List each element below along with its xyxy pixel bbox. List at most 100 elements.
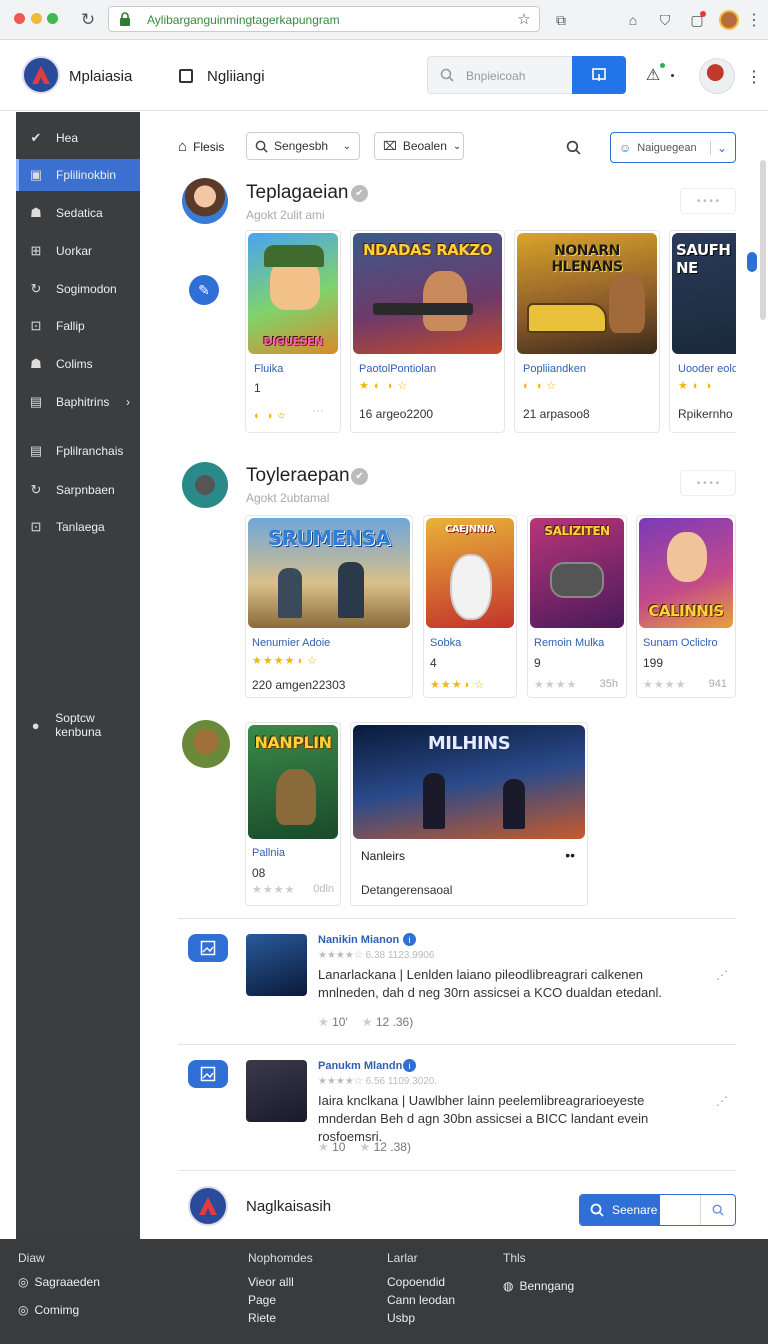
review-thumbnail[interactable]: [246, 1060, 307, 1122]
more-dots-icon[interactable]: ••: [565, 847, 575, 863]
bottom-search[interactable]: Seenare: [579, 1194, 736, 1226]
carousel-next-button[interactable]: [747, 252, 757, 272]
sidebar-item-3[interactable]: ☗ Sedatica: [16, 197, 140, 229]
review-image-icon[interactable]: [188, 934, 228, 962]
home-icon[interactable]: ⌂: [624, 10, 642, 30]
more-dots-icon[interactable]: ⋰: [716, 1094, 728, 1108]
footer-link[interactable]: Usbp: [387, 1311, 415, 1325]
user-select[interactable]: ☺ Naiguegean ⌄: [610, 132, 736, 163]
reply-button[interactable]: ★ 12 .38): [359, 1140, 410, 1154]
circle-icon: ◎: [18, 1275, 29, 1289]
game-card[interactable]: SRUMENSA Nenumier Adoie ★★★★◑ ☆ 220 amge…: [245, 515, 413, 698]
game-name: Sobka: [430, 637, 462, 649]
section3-avatar[interactable]: [182, 720, 230, 768]
sidebar-item-label: Sedatica: [56, 206, 103, 220]
content-search-icon[interactable]: [564, 138, 582, 156]
browser-menu-icon[interactable]: ⋮: [746, 10, 762, 30]
footer-link[interactable]: Riete: [248, 1311, 276, 1325]
header-search-input[interactable]: Bnpieicoah: [427, 56, 573, 94]
footer-link[interactable]: ◎ Sagraaeden: [18, 1275, 100, 1289]
section1-subtitle: Agokt 2ulit ami: [246, 208, 325, 222]
game-card-featured[interactable]: MILHINS Nanleirs •• Detangerensaoal: [350, 722, 588, 906]
close-window-button[interactable]: [14, 13, 25, 24]
review-image-icon[interactable]: [188, 1060, 228, 1088]
document-icon: ▤: [29, 394, 43, 409]
footer-link[interactable]: Vieor alll: [248, 1275, 294, 1289]
address-bar[interactable]: Aylibarganguinmingtagerkapungram ☆: [108, 6, 540, 32]
search-icon[interactable]: [701, 1195, 735, 1225]
sidebar-item-10[interactable]: ↻ Sarpnbaen: [16, 474, 140, 506]
footer-link[interactable]: Cann leodan: [387, 1293, 455, 1307]
alert-icon[interactable]: ⚠: [643, 65, 663, 85]
game-art-title: CAEJNNIA: [445, 524, 495, 535]
game-art: SALIZITEN: [530, 518, 624, 628]
game-card[interactable]: CALINNIS Sunam Ocliclro 199 ★★★★ 941: [636, 515, 736, 698]
scrollbar-thumb[interactable]: [760, 160, 766, 320]
bookmark-star-icon[interactable]: ☆: [515, 10, 533, 28]
home-filter[interactable]: ⌂ Flesis: [178, 138, 224, 155]
game-meta: Rpikernho: [678, 407, 733, 421]
filter-dropdown-1[interactable]: Sengesbh ⌄: [246, 132, 360, 160]
section1-more-button[interactable]: • • • •: [680, 188, 736, 214]
footer-link[interactable]: Copoendid: [387, 1275, 445, 1289]
profile-avatar[interactable]: [719, 10, 739, 30]
extensions-icon[interactable]: ⧉: [552, 10, 570, 30]
game-card[interactable]: NANPLIN Pallnia 08 ★★★★ 0dln: [245, 722, 341, 906]
sidebar-item-8[interactable]: ▤ Baphitrins ›: [16, 386, 140, 418]
game-card[interactable]: SALIZITEN Remoin Mulka 9 ★★★★ 35h: [527, 515, 627, 698]
header-menu-icon[interactable]: ⋮: [746, 67, 762, 87]
user-avatar[interactable]: [699, 58, 735, 94]
minimize-window-button[interactable]: [31, 13, 42, 24]
game-card[interactable]: CAEJNNIA Sobka 4 ★★★◑ ☆: [423, 515, 517, 698]
alert-dot: [660, 63, 665, 68]
bottom-search-input[interactable]: [660, 1195, 701, 1225]
reply-button[interactable]: ★ 12 .36): [362, 1015, 413, 1029]
game-card[interactable]: SAUFH NE Uooder eold ★ ◐ ◑ Rpikernho: [669, 230, 736, 433]
sidebar-item-6[interactable]: ⊡ Fallip: [16, 310, 140, 342]
filter-dropdown-2[interactable]: ⌧ Beoalen ⌄: [374, 132, 464, 160]
sidebar-item-home[interactable]: ✔ Hea: [16, 122, 140, 154]
footer-link[interactable]: ◎ Comimg: [18, 1303, 79, 1317]
browser-toolbar: ↻ Aylibarganguinmingtagerkapungram ☆ ⧉ ⌂…: [0, 0, 768, 40]
more-dots-icon[interactable]: ···: [312, 403, 324, 417]
game-card[interactable]: NDADAS RAKZO PaotolPontiolan ★ ◐ ◑ ☆ 16 …: [350, 230, 505, 433]
review-rating: ★★★★☆ 6.56 1109.3020.: [318, 1076, 438, 1087]
game-card[interactable]: NONARN HLENANS Popliiandken ◐ ◑ ☆ 21 arp…: [514, 230, 660, 433]
user-select-label: Naiguegean: [637, 141, 697, 154]
sidebar-item-11[interactable]: ⊡ Tanlaega: [16, 511, 140, 543]
review-author[interactable]: Nanikin Mianon: [318, 934, 399, 946]
game-number: 08: [252, 866, 266, 880]
game-card[interactable]: DIGUESEN Fluika 1 ◐ ◑ ৩ ···: [245, 230, 341, 433]
sidebar-item-7[interactable]: ☗ Colims: [16, 348, 140, 380]
more-dots-icon[interactable]: ⋰: [716, 968, 728, 982]
bottom-logo[interactable]: [188, 1186, 228, 1226]
game-art-title: MILHINS: [427, 733, 511, 754]
game-rating: ★★★★◑ ☆: [252, 655, 319, 667]
sidebar-item-9[interactable]: ▤ Fplilranchais: [16, 435, 140, 467]
maximize-window-button[interactable]: [47, 13, 58, 24]
review-thumbnail[interactable]: [246, 934, 307, 996]
like-button[interactable]: ★ 10': [318, 1015, 348, 1029]
game-meta: 220 amgen22303: [252, 678, 346, 692]
shield-icon[interactable]: ⛉: [656, 10, 674, 30]
footer-link[interactable]: ◍ Benngang: [503, 1279, 574, 1293]
section2-more-button[interactable]: • • • •: [680, 470, 736, 496]
refresh-icon: ↻: [30, 281, 42, 296]
review-author[interactable]: Panukm Mlandn: [318, 1060, 402, 1072]
like-button[interactable]: ★ 10: [318, 1140, 345, 1154]
notification-dot: [700, 11, 706, 17]
app-logo[interactable]: [22, 56, 60, 94]
edit-icon[interactable]: ✎: [189, 275, 219, 305]
bottom-search-button[interactable]: Seenare: [580, 1195, 660, 1225]
footer-link[interactable]: Page: [248, 1293, 276, 1307]
section2-avatar[interactable]: [182, 462, 228, 508]
search-submit-button[interactable]: [572, 56, 626, 94]
header-checkbox[interactable]: [179, 69, 193, 83]
section1-avatar[interactable]: [182, 178, 228, 224]
sidebar-item-support[interactable]: ● Soptcw kenbuna: [16, 709, 140, 741]
sidebar-item-active[interactable]: ▣ Fplilinokbin: [16, 159, 140, 191]
sidebar-item-4[interactable]: ⊞ Uorkar: [16, 235, 140, 267]
reload-icon[interactable]: ↻: [78, 10, 98, 30]
sidebar-item-5[interactable]: ↻ Sogimodon: [16, 273, 140, 305]
game-art: DIGUESEN: [248, 233, 338, 354]
